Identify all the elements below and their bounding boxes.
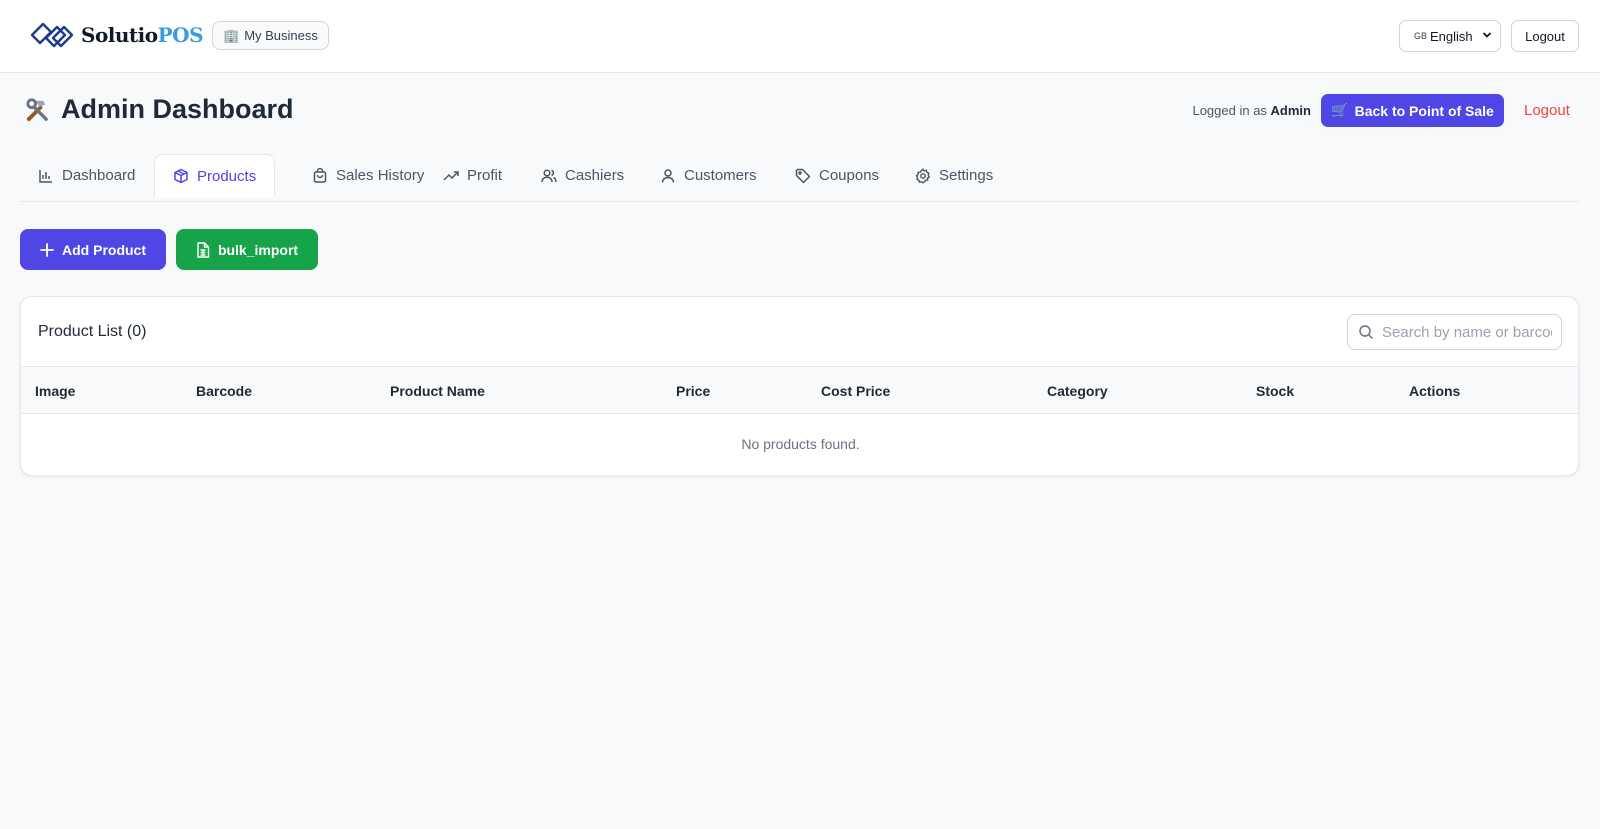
plus-icon [40, 242, 54, 257]
tab-bar: Dashboard Products Sales History Profit … [20, 154, 1579, 202]
my-business-label: My Business [244, 28, 318, 43]
tab-cashiers[interactable]: Cashiers [523, 154, 642, 197]
tab-sales-history[interactable]: Sales History [294, 154, 442, 197]
column-header-barcode: Barcode [196, 383, 253, 399]
users-icon [541, 168, 557, 182]
search-icon [1359, 325, 1374, 340]
tab-profit[interactable]: Profit [425, 154, 520, 197]
add-product-label: Add Product [62, 241, 146, 258]
top-bar: SolutioPOS 🏢 My Business GB English Logo… [0, 0, 1600, 73]
tab-coupons[interactable]: Coupons [777, 154, 897, 197]
column-header-cost-price: Cost Price [821, 383, 891, 399]
tab-cashiers-label: Cashiers [565, 167, 625, 184]
package-icon [174, 168, 188, 184]
page-header: Admin Dashboard [24, 94, 294, 125]
add-product-button[interactable]: Add Product [20, 229, 166, 270]
building-icon: 🏢 [223, 27, 240, 43]
tab-dashboard[interactable]: Dashboard [20, 154, 153, 197]
column-header-price: Price [676, 383, 711, 399]
my-business-button[interactable]: 🏢 My Business [212, 21, 329, 50]
flag-icon: GB [1414, 31, 1428, 41]
column-header-actions: Actions [1409, 383, 1461, 399]
trending-up-icon [443, 170, 459, 181]
chevron-down-icon [1482, 32, 1492, 38]
search-box[interactable] [1347, 314, 1562, 350]
product-list-title: Product List (0) [38, 323, 147, 340]
bulk-import-label: bulk_import [217, 241, 299, 258]
logo[interactable]: SolutioPOS [29, 20, 204, 50]
tab-products[interactable]: Products [154, 154, 276, 197]
column-header-category: Category [1047, 383, 1108, 399]
back-to-pos-button[interactable]: 🛒 Back to Point of Sale [1321, 94, 1504, 127]
bar-chart-icon [39, 169, 52, 183]
tab-settings[interactable]: Settings [897, 154, 1011, 197]
column-header-product-name: Product Name [390, 383, 485, 399]
search-input[interactable] [1382, 323, 1552, 341]
language-select[interactable]: GB English [1399, 20, 1501, 52]
tab-settings-label: Settings [939, 167, 994, 184]
brand-name-part2: POS [157, 23, 204, 47]
hammer-wrench-icon [26, 98, 48, 122]
logout-link[interactable]: Logout [1524, 102, 1570, 119]
tab-products-label: Products [197, 167, 257, 185]
logged-in-user: Admin [1270, 103, 1311, 118]
tab-sales-history-label: Sales History [336, 167, 425, 184]
tab-profit-label: Profit [467, 167, 503, 184]
tab-customers[interactable]: Customers [642, 154, 775, 197]
page-title: Admin Dashboard [61, 94, 294, 124]
table-header: Image Barcode Product Name Price Cost Pr… [21, 366, 1578, 414]
product-list-card: Product List (0) Image Barcode Product N… [20, 296, 1579, 476]
cart-icon: 🛒 [1331, 102, 1349, 118]
brand-name: SolutioPOS [81, 23, 204, 47]
tag-icon [795, 168, 811, 183]
shopping-bag-icon [313, 167, 327, 183]
empty-state-message: No products found. [741, 436, 860, 452]
logout-button-top[interactable]: Logout [1511, 20, 1579, 52]
tab-coupons-label: Coupons [819, 167, 880, 184]
tab-dashboard-label: Dashboard [62, 167, 136, 184]
user-icon [661, 168, 675, 183]
logged-in-info: Logged in as Admin [1192, 103, 1311, 118]
gear-icon [915, 167, 931, 184]
language-label: English [1430, 28, 1473, 44]
column-header-stock: Stock [1256, 383, 1295, 399]
bulk-import-button[interactable]: bulk_import [176, 229, 318, 270]
logged-in-prefix: Logged in as [1192, 103, 1267, 118]
column-header-image: Image [35, 383, 76, 399]
brand-name-part1: Solutio [81, 23, 158, 47]
logo-icon [30, 22, 74, 48]
tab-customers-label: Customers [684, 167, 757, 184]
back-to-pos-label: Back to Point of Sale [1354, 102, 1494, 119]
file-spreadsheet-icon [197, 241, 210, 258]
